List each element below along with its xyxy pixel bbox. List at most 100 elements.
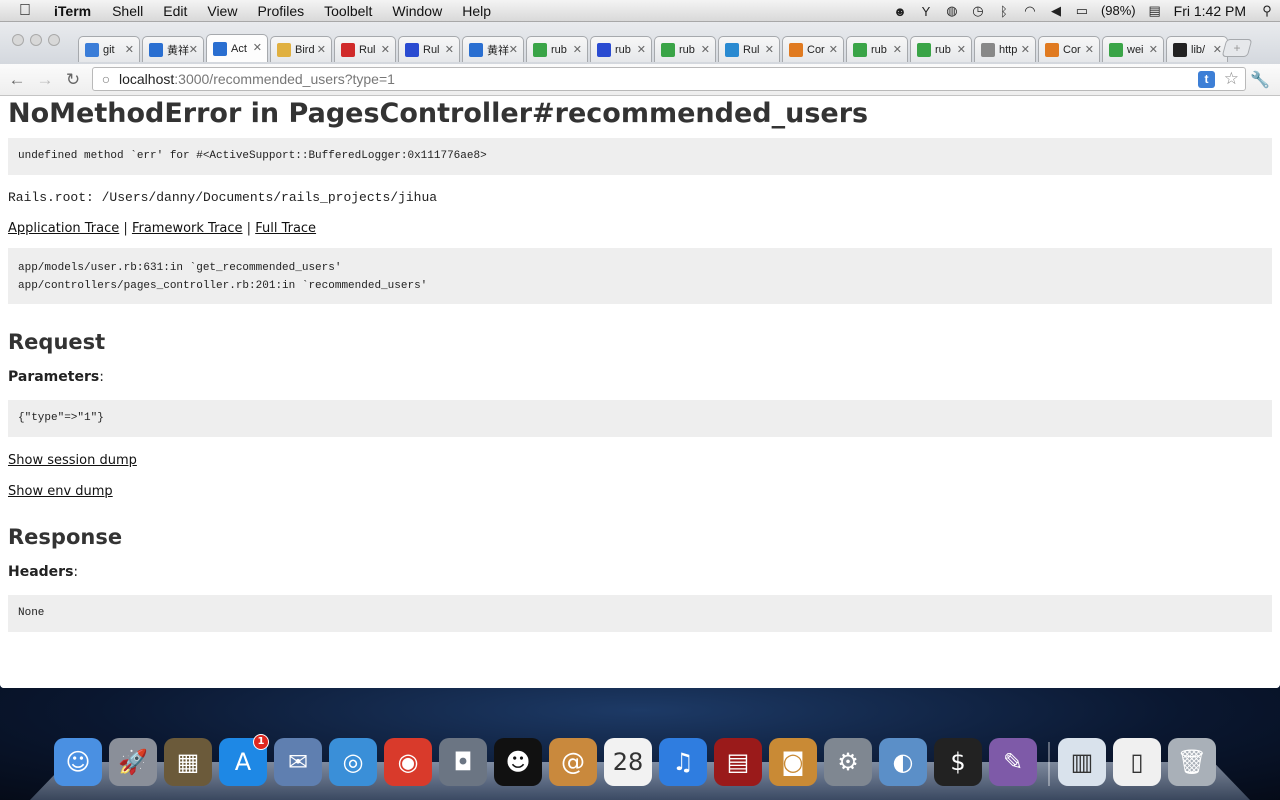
file-stack-icon[interactable]: ▯: [1113, 738, 1161, 786]
time-machine-icon[interactable]: ◷: [965, 0, 991, 22]
full-trace-link[interactable]: Full Trace: [255, 221, 316, 236]
documents-stack-icon[interactable]: ▥: [1058, 738, 1106, 786]
qq-icon[interactable]: ☻: [494, 738, 542, 786]
show-env-dump-link[interactable]: Show env dump: [8, 484, 113, 499]
browser-tab[interactable]: 黄祥 ✕: [462, 36, 524, 62]
facetime-icon[interactable]: ◘: [439, 738, 487, 786]
browser-tab[interactable]: rub ✕: [590, 36, 652, 62]
preview-icon[interactable]: ✉: [274, 738, 322, 786]
calendar-icon[interactable]: 28: [604, 738, 652, 786]
app-store-icon[interactable]: A1: [219, 734, 269, 786]
page-info-icon[interactable]: ○: [93, 71, 119, 87]
browser-tab[interactable]: wei ✕: [1102, 36, 1164, 62]
close-tab-icon[interactable]: ✕: [637, 43, 646, 56]
close-tab-icon[interactable]: ✕: [509, 43, 518, 56]
url-text[interactable]: localhost:3000/recommended_users?type=1: [119, 71, 395, 87]
browser-tab[interactable]: rub ✕: [846, 36, 908, 62]
apple-menu-icon[interactable]: : [0, 2, 50, 20]
close-tab-icon[interactable]: ✕: [1149, 43, 1158, 56]
close-tab-icon[interactable]: ✕: [701, 43, 710, 56]
battery-icon[interactable]: ▭: [1069, 0, 1095, 22]
browser-tab[interactable]: http ✕: [974, 36, 1036, 62]
menu-profiles[interactable]: Profiles: [247, 0, 314, 22]
show-session-dump-link[interactable]: Show session dump: [8, 453, 137, 468]
itunes-icon[interactable]: ♫: [659, 738, 707, 786]
browser-tab[interactable]: rub ✕: [526, 36, 588, 62]
photo-booth-icon[interactable]: ▤: [714, 738, 762, 786]
minimize-window-button[interactable]: [30, 34, 42, 46]
menu-toolbelt[interactable]: Toolbelt: [314, 0, 382, 22]
close-tab-icon[interactable]: ✕: [189, 43, 198, 56]
close-tab-icon[interactable]: ✕: [829, 43, 838, 56]
browser-tab[interactable]: rub ✕: [654, 36, 716, 62]
fork-status-icon[interactable]: Y: [913, 0, 939, 22]
close-tab-icon[interactable]: ✕: [253, 41, 262, 54]
menu-help[interactable]: Help: [452, 0, 501, 22]
wifi-icon[interactable]: ◠: [1017, 0, 1043, 22]
forward-icon[interactable]: →: [34, 69, 56, 91]
close-tab-icon[interactable]: ✕: [381, 43, 390, 56]
chrome-icon[interactable]: ◉: [384, 738, 432, 786]
close-tab-icon[interactable]: ✕: [1085, 43, 1094, 56]
launchpad-icon[interactable]: 🚀: [109, 738, 157, 786]
system-preferences-icon[interactable]: ⚙: [824, 738, 872, 786]
safari-icon[interactable]: ◎: [329, 738, 377, 786]
qq-status-icon[interactable]: ☻: [887, 0, 913, 22]
close-tab-icon[interactable]: ✕: [125, 43, 134, 56]
close-tab-icon[interactable]: ✕: [317, 43, 326, 56]
zoom-window-button[interactable]: [48, 34, 60, 46]
parameters-value: {"type"=>"1"}: [18, 412, 104, 424]
browser-tab[interactable]: Cor ✕: [1038, 36, 1100, 62]
trash-icon[interactable]: 🗑: [1168, 738, 1216, 786]
iphoto-icon[interactable]: ◙: [769, 738, 817, 786]
tab-title: rub: [871, 43, 887, 56]
reload-icon[interactable]: ↻: [62, 69, 84, 91]
browser-tab[interactable]: 黄祥 ✕: [142, 36, 204, 62]
dock-separator: [1048, 742, 1050, 786]
volume-icon[interactable]: ◀: [1043, 0, 1069, 22]
close-tab-icon[interactable]: ✕: [893, 43, 902, 56]
menu-view[interactable]: View: [197, 0, 247, 22]
clock[interactable]: Fri 1:42 PM: [1168, 0, 1254, 22]
mission-control-icon[interactable]: ▦: [164, 738, 212, 786]
us-flag-icon[interactable]: ▤: [1142, 0, 1168, 22]
finder-icon[interactable]: ☺: [54, 738, 102, 786]
spotlight-icon[interactable]: ⚲: [1254, 0, 1280, 22]
preview-app-icon[interactable]: ◐: [879, 738, 927, 786]
browser-tab[interactable]: rub ✕: [910, 36, 972, 62]
app-menu[interactable]: iTerm: [50, 0, 102, 22]
terminal-icon[interactable]: $: [934, 738, 982, 786]
new-tab-button[interactable]: +: [1221, 39, 1253, 57]
extension-t-icon[interactable]: t: [1198, 71, 1215, 88]
framework-trace-link[interactable]: Framework Trace: [132, 221, 243, 236]
menu-edit[interactable]: Edit: [153, 0, 197, 22]
menu-window[interactable]: Window: [382, 0, 452, 22]
browser-tab[interactable]: Bird ✕: [270, 36, 332, 62]
close-window-button[interactable]: [12, 34, 24, 46]
menu-shell[interactable]: Shell: [102, 0, 153, 22]
close-tab-icon[interactable]: ✕: [765, 43, 774, 56]
sublime-icon[interactable]: ✎: [989, 738, 1037, 786]
bluetooth-icon[interactable]: ᛒ: [991, 0, 1017, 22]
address-bar[interactable]: ○ localhost:3000/recommended_users?type=…: [92, 67, 1246, 91]
close-tab-icon[interactable]: ✕: [445, 43, 454, 56]
browser-tab[interactable]: Act ✕: [206, 34, 268, 62]
close-tab-icon[interactable]: ✕: [1213, 43, 1222, 56]
browser-tab[interactable]: Rul ✕: [718, 36, 780, 62]
wrench-menu-icon[interactable]: 🔧: [1250, 70, 1270, 90]
close-tab-icon[interactable]: ✕: [573, 43, 582, 56]
browser-tab[interactable]: Rul ✕: [398, 36, 460, 62]
close-tab-icon[interactable]: ✕: [1021, 43, 1030, 56]
close-tab-icon[interactable]: ✕: [957, 43, 966, 56]
application-trace-link[interactable]: Application Trace: [8, 221, 119, 236]
back-icon[interactable]: ←: [6, 69, 28, 91]
response-heading: Response: [8, 525, 123, 549]
tab-favicon-icon: [789, 42, 803, 57]
bookmark-star-icon[interactable]: ☆: [1224, 69, 1239, 89]
address-book-icon[interactable]: @: [549, 738, 597, 786]
browser-tab[interactable]: Cor ✕: [782, 36, 844, 62]
browser-tab[interactable]: git ✕: [78, 36, 140, 62]
browser-tab[interactable]: lib/ ✕: [1166, 36, 1228, 62]
browser-tab[interactable]: Rul ✕: [334, 36, 396, 62]
search-status-icon[interactable]: ◍: [939, 0, 965, 22]
